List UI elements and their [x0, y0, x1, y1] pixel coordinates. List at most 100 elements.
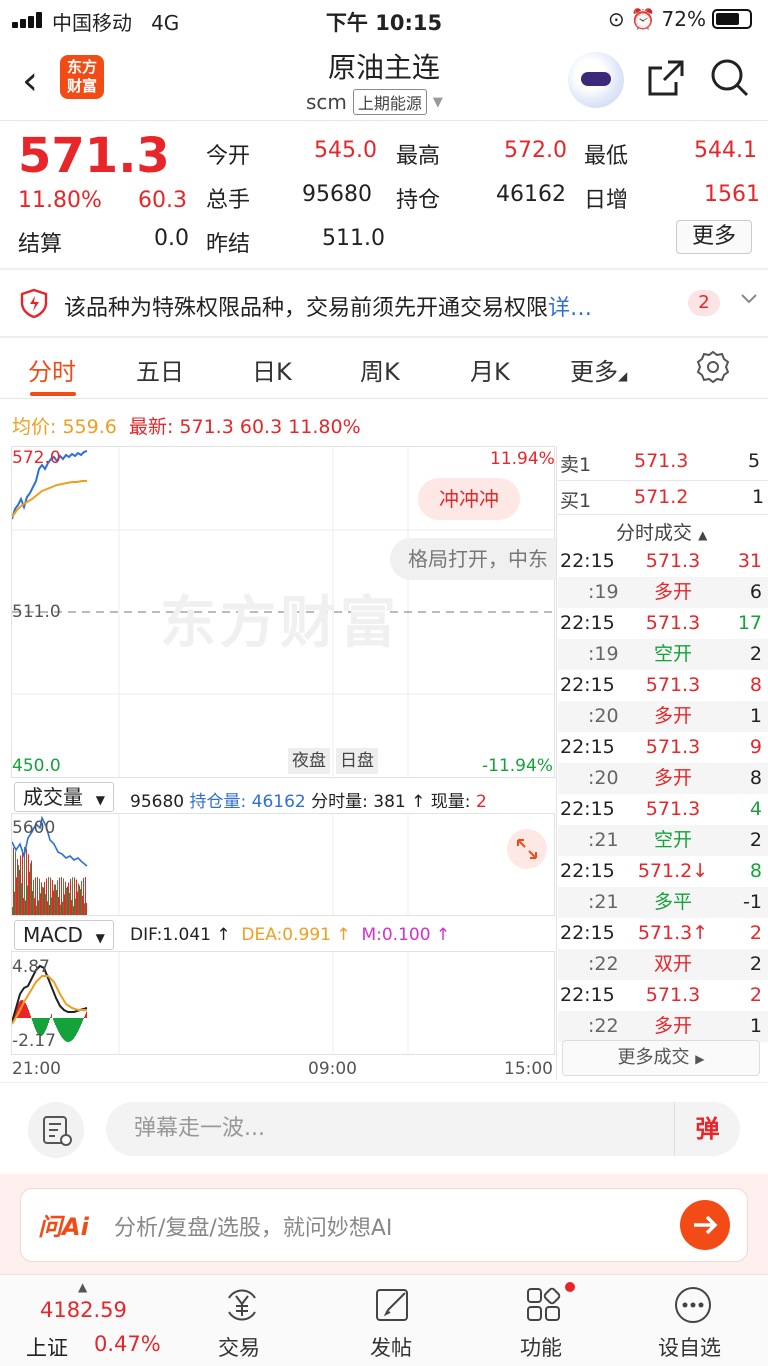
- oi-label: 持仓: [396, 188, 441, 213]
- tick-trade-list[interactable]: 22:15 571.3 31:19 多开 6 22:15 571.3 17:19 空开 2 22:1…: [558, 546, 768, 1042]
- volume-bar: [86, 902, 87, 915]
- tab-daily-k[interactable]: 日K: [252, 352, 292, 387]
- volume-bar: [54, 884, 55, 915]
- oi-value: 46162: [496, 182, 566, 207]
- tab-intraday[interactable]: 分时: [28, 352, 76, 387]
- volume-bar: [28, 854, 29, 915]
- trade-price: 多开: [653, 581, 692, 603]
- index-up-triangle-icon: ▲: [78, 1280, 88, 1294]
- tab-more[interactable]: 更多◢: [570, 352, 627, 387]
- macd-bar: [82, 1018, 83, 1022]
- chevron-down-icon[interactable]: [740, 292, 758, 306]
- volume-bar: [57, 880, 58, 915]
- trade-time: 22:15: [560, 984, 615, 1006]
- macd-bar: [70, 1018, 71, 1042]
- danmu-send-button[interactable]: 弹: [674, 1102, 740, 1156]
- trade-volume: 8: [749, 767, 762, 789]
- volume-bar: [29, 871, 30, 915]
- nav-trade[interactable]: 交易: [218, 1332, 260, 1362]
- trade-row: 22:15 571.3 9: [558, 732, 768, 763]
- volume-chart[interactable]: [11, 813, 555, 916]
- day-session-tag[interactable]: 日盘: [336, 748, 378, 774]
- notice-detail-link[interactable]: 详…: [548, 296, 592, 321]
- ai-logo: 问Ai: [38, 1213, 89, 1241]
- volume-bar: [44, 881, 45, 915]
- volume-bar: [85, 877, 86, 915]
- prev-settle-value: 511.0: [322, 226, 385, 251]
- volume-bar: [60, 904, 61, 915]
- macd-indicator-select[interactable]: MACD ▼: [14, 920, 114, 950]
- change-percent: 11.80%: [18, 188, 102, 213]
- settings-gear-icon[interactable]: [696, 350, 730, 384]
- volume-bar: [80, 889, 81, 915]
- ai-robot-avatar[interactable]: [568, 52, 624, 108]
- contract-selector[interactable]: scm 上期能源 ▼: [306, 89, 443, 115]
- trade-volume: 9: [749, 736, 762, 758]
- trade-row: 22:15 571.3 17: [558, 608, 768, 639]
- nav-post[interactable]: 发帖: [370, 1332, 412, 1362]
- tick-trades-header[interactable]: 分时成交 ▲: [616, 518, 707, 545]
- function-grid-icon[interactable]: [523, 1284, 565, 1326]
- volume-bar: [27, 885, 28, 915]
- rotation-lock-icon: ⊙: [607, 7, 625, 31]
- volume-bar: [46, 878, 47, 915]
- volume-bar: [84, 903, 85, 915]
- volume-bar: [76, 879, 77, 915]
- macd-bar: [73, 1018, 74, 1039]
- trade-yen-icon[interactable]: [221, 1284, 263, 1326]
- volume-indicator-select[interactable]: 成交量 ▼: [14, 782, 114, 812]
- index-name[interactable]: 上证: [26, 1332, 68, 1362]
- contract-code: scm: [306, 90, 347, 114]
- volume-bar: [43, 887, 44, 915]
- trade-time: :21: [588, 891, 619, 913]
- volume-bar: [73, 906, 74, 915]
- danmu-scroll-text[interactable]: 格局打开，中东: [390, 538, 556, 580]
- tab-five-day[interactable]: 五日: [136, 352, 184, 387]
- volume-bar: [51, 897, 52, 915]
- volume-bar: [61, 877, 62, 915]
- tab-monthly-k[interactable]: 月K: [470, 352, 510, 387]
- index-value[interactable]: 4182.59: [40, 1298, 127, 1322]
- latest-label: 最新:: [128, 416, 174, 438]
- trade-row: :20 多开 8: [558, 763, 768, 794]
- more-trades-button[interactable]: 更多成交 ▶: [562, 1040, 760, 1076]
- macd-bar: [79, 1018, 80, 1029]
- trade-volume: 8: [749, 860, 762, 882]
- trade-price: 571.3↑: [637, 922, 709, 944]
- expand-fullscreen-icon[interactable]: [506, 828, 548, 870]
- danmu-input[interactable]: 弹幕走一波...: [106, 1102, 674, 1156]
- low-value: 544.1: [694, 138, 757, 163]
- more-quote-button[interactable]: 更多: [676, 220, 752, 254]
- share-icon[interactable]: [646, 58, 686, 98]
- trade-volume: 2: [749, 953, 762, 975]
- danmu-settings-icon[interactable]: [28, 1102, 84, 1158]
- nav-function[interactable]: 功能: [520, 1332, 562, 1362]
- avg-value: 559.6: [62, 416, 117, 438]
- volume-bar: [42, 886, 43, 915]
- post-edit-icon[interactable]: [372, 1284, 414, 1326]
- search-icon[interactable]: [710, 58, 750, 98]
- macd-bar: [69, 1018, 70, 1042]
- trade-row: 22:15 571.3↑ 2: [558, 918, 768, 949]
- macd-bar: [26, 1004, 27, 1018]
- night-session-tag[interactable]: 夜盘: [288, 748, 330, 774]
- ai-submit-arrow-icon[interactable]: [680, 1200, 730, 1250]
- macd-bar: [36, 1018, 37, 1032]
- more-dots-icon[interactable]: [672, 1284, 714, 1326]
- macd-chart[interactable]: [11, 951, 555, 1055]
- trade-volume: 4: [749, 798, 762, 820]
- macd-bar: [30, 1015, 31, 1018]
- macd-bar: [57, 1018, 58, 1030]
- trade-time: 22:15: [560, 674, 615, 696]
- volume-bar: [75, 898, 76, 915]
- nav-add-watchlist[interactable]: 设自选: [658, 1332, 721, 1362]
- danmu-bubble[interactable]: 冲冲冲: [418, 478, 520, 520]
- volume-bar: [50, 877, 51, 915]
- macd-bar: [46, 1018, 47, 1029]
- trade-price: 多开: [653, 767, 692, 789]
- volume-chart-svg: [12, 814, 409, 915]
- tab-weekly-k[interactable]: 周K: [360, 352, 400, 387]
- volume-bar: [81, 880, 82, 915]
- index-pct[interactable]: 0.47%: [94, 1332, 161, 1356]
- trade-row: 22:15 571.3 4: [558, 794, 768, 825]
